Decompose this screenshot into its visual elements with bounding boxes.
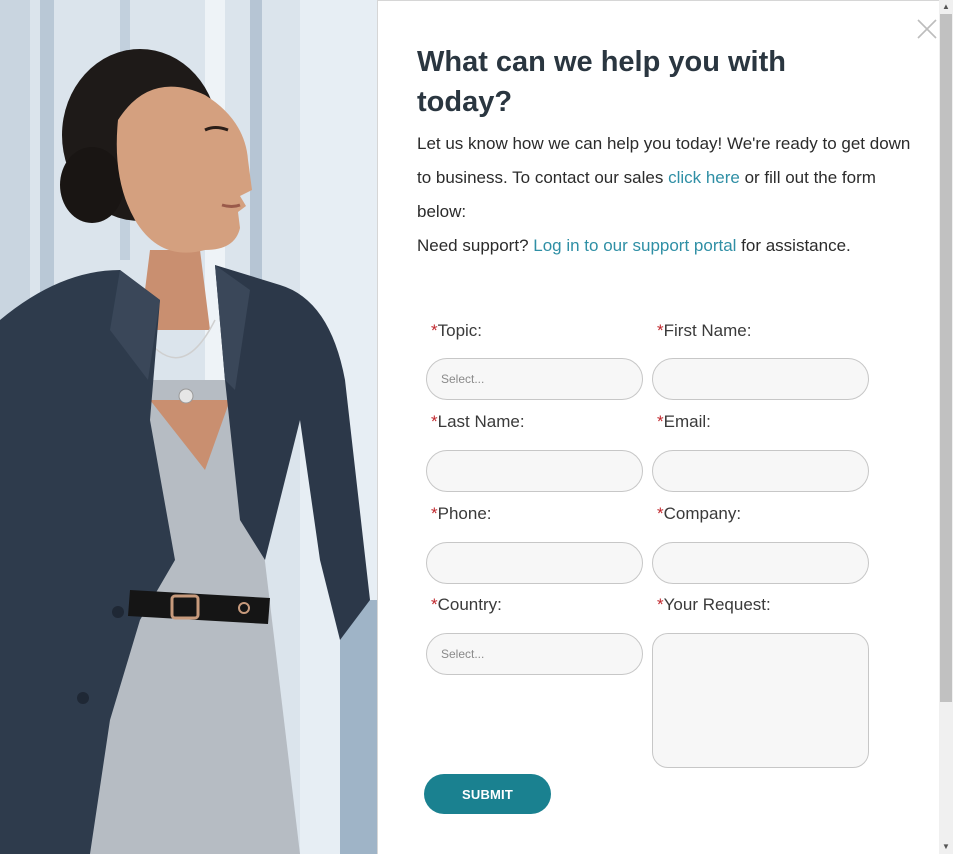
scroll-up-arrow-icon[interactable]: ▲ bbox=[939, 0, 953, 14]
required-mark: * bbox=[657, 321, 664, 340]
country-label: *Country: bbox=[431, 595, 502, 615]
woman-illustration bbox=[0, 0, 377, 854]
email-field[interactable] bbox=[652, 450, 869, 492]
support-text-after: for assistance. bbox=[736, 236, 851, 255]
email-label-text: Email: bbox=[663, 412, 711, 431]
close-icon[interactable] bbox=[916, 18, 938, 40]
first-name-label-text: First Name: bbox=[663, 321, 752, 340]
scroll-down-arrow-icon[interactable]: ▼ bbox=[939, 840, 953, 854]
request-label: *Your Request: bbox=[657, 595, 771, 615]
phone-label: *Phone: bbox=[431, 504, 492, 524]
support-text: Need support? Log in to our support port… bbox=[417, 229, 912, 263]
sales-link[interactable]: click here bbox=[668, 168, 740, 187]
scrollbar[interactable]: ▲ ▼ bbox=[939, 0, 953, 854]
first-name-label: *First Name: bbox=[657, 321, 751, 341]
required-mark: * bbox=[431, 321, 438, 340]
required-mark: * bbox=[657, 504, 664, 523]
scroll-thumb[interactable] bbox=[940, 14, 952, 702]
intro-text: Let us know how we can help you today! W… bbox=[417, 127, 912, 229]
country-label-text: Country: bbox=[437, 595, 502, 614]
dialog-title: What can we help you with today? bbox=[417, 46, 786, 118]
company-field[interactable] bbox=[652, 542, 869, 584]
required-mark: * bbox=[657, 595, 664, 614]
first-name-field[interactable] bbox=[652, 358, 869, 400]
country-select[interactable]: Select... bbox=[426, 633, 643, 675]
required-mark: * bbox=[431, 595, 438, 614]
company-label: *Company: bbox=[657, 504, 741, 524]
required-mark: * bbox=[431, 412, 438, 431]
phone-label-text: Phone: bbox=[437, 504, 492, 523]
request-textarea[interactable] bbox=[652, 633, 869, 768]
topic-label: *Topic: bbox=[431, 321, 482, 341]
support-text-before: Need support? bbox=[417, 236, 534, 255]
submit-button[interactable]: SUBMIT bbox=[424, 774, 551, 814]
topic-select[interactable]: Select... bbox=[426, 358, 643, 400]
topic-label-text: Topic: bbox=[437, 321, 483, 340]
request-label-text: Your Request: bbox=[663, 595, 771, 614]
phone-field[interactable] bbox=[426, 542, 643, 584]
last-name-field[interactable] bbox=[426, 450, 643, 492]
last-name-label-text: Last Name: bbox=[437, 412, 525, 431]
company-label-text: Company: bbox=[663, 504, 742, 523]
hero-photo bbox=[0, 0, 377, 854]
required-mark: * bbox=[431, 504, 438, 523]
support-portal-link[interactable]: Log in to our support portal bbox=[533, 236, 736, 255]
last-name-label: *Last Name: bbox=[431, 412, 525, 432]
email-label: *Email: bbox=[657, 412, 711, 432]
required-mark: * bbox=[657, 412, 664, 431]
